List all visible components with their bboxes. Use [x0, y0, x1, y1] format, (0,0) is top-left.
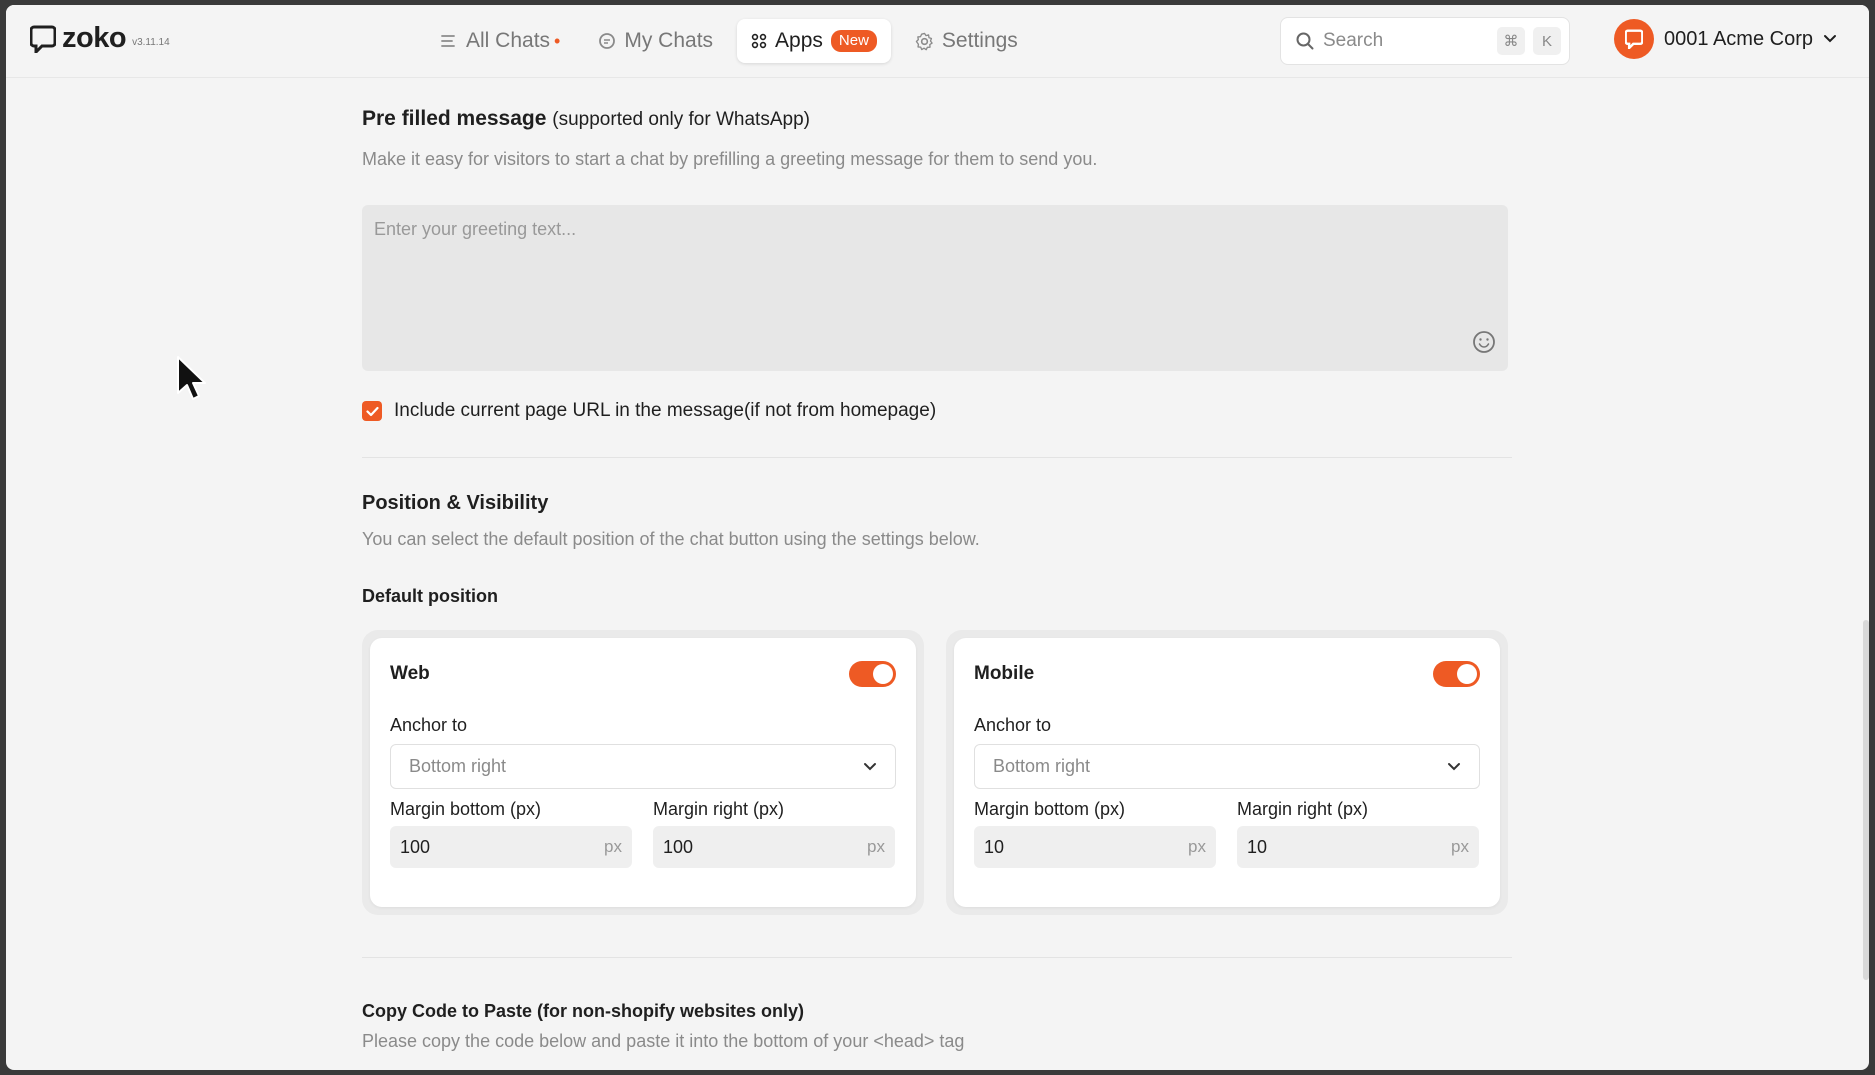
mobile-card-title: Mobile — [974, 663, 1035, 684]
web-card-body: Web Anchor to Bottom right Margin bottom… — [370, 638, 916, 907]
web-margin-bottom-value: 100 — [400, 836, 431, 857]
unread-dot: • — [554, 30, 561, 51]
apps-grid-icon — [751, 33, 767, 49]
prefill-title-text: Pre filled message — [362, 107, 547, 130]
version-label: v3.11.14 — [132, 37, 170, 48]
search-icon — [1296, 32, 1314, 50]
nav-settings[interactable]: Settings — [901, 19, 1032, 63]
smiley-icon — [1473, 331, 1495, 353]
mobile-margin-bottom-value: 10 — [984, 836, 1005, 857]
chat-icon — [599, 33, 616, 49]
mobile-position-card: Mobile Anchor to Bottom right Margin bot… — [946, 630, 1508, 915]
position-description: You can select the default position of t… — [362, 529, 980, 549]
mobile-anchor-value: Bottom right — [993, 756, 1091, 776]
web-anchor-value: Bottom right — [409, 756, 507, 776]
cmd-key: ⌘ — [1497, 27, 1525, 55]
code-title: Copy Code to Paste (for non-shopify webs… — [362, 1001, 805, 1021]
include-url-option[interactable]: Include current page URL in the message(… — [362, 400, 936, 422]
web-margin-bottom-input[interactable]: 100 px — [390, 826, 632, 868]
chevron-down-icon — [1448, 762, 1460, 770]
chevron-down-icon — [1823, 35, 1836, 43]
new-badge: New — [830, 30, 877, 52]
web-anchor-select[interactable]: Bottom right — [390, 744, 896, 789]
section-divider — [362, 957, 1512, 958]
main-nav: All Chats • My Chats Apps New Settings — [426, 19, 1042, 63]
nav-all-chats-label: All Chats — [466, 29, 551, 52]
mobile-margin-bottom-label: Margin bottom (px) — [974, 799, 1126, 819]
web-anchor-label: Anchor to — [390, 715, 468, 735]
account-switcher[interactable]: 0001 Acme Corp — [1614, 19, 1837, 59]
logo-text: zoko — [62, 22, 127, 54]
scrollbar[interactable] — [1863, 620, 1869, 980]
checkmark-icon — [365, 406, 379, 416]
web-margin-right-label: Margin right (px) — [653, 799, 785, 819]
mobile-anchor-label: Anchor to — [974, 715, 1052, 735]
nav-my-chats-label: My Chats — [624, 29, 714, 52]
unit-label: px — [1188, 837, 1206, 856]
org-logo-icon — [1625, 29, 1643, 49]
nav-apps-label: Apps — [775, 29, 823, 52]
mouse-cursor-icon — [177, 356, 206, 400]
app-window: zoko v3.11.14 All Chats • My Chats Apps … — [6, 5, 1869, 1070]
search-box[interactable]: Search ⌘ K — [1280, 17, 1570, 65]
nav-apps[interactable]: Apps New — [737, 19, 891, 63]
mobile-card-body: Mobile Anchor to Bottom right Margin bot… — [954, 638, 1500, 907]
include-url-checkbox[interactable] — [362, 401, 382, 421]
logo[interactable]: zoko v3.11.14 — [30, 23, 170, 53]
mobile-margin-right-value: 10 — [1247, 836, 1268, 857]
k-key: K — [1533, 27, 1561, 55]
greeting-textarea[interactable] — [362, 205, 1508, 371]
mobile-enabled-toggle[interactable] — [1433, 661, 1480, 687]
web-margin-right-value: 100 — [663, 836, 694, 857]
unit-label: px — [1451, 837, 1469, 856]
web-card-title: Web — [390, 663, 430, 684]
nav-my-chats[interactable]: My Chats — [584, 19, 727, 63]
web-position-card: Web Anchor to Bottom right Margin bottom… — [362, 630, 924, 915]
mobile-margin-right-label: Margin right (px) — [1237, 799, 1369, 819]
search-placeholder: Search — [1323, 30, 1384, 51]
emoji-picker-button[interactable] — [1471, 329, 1497, 360]
list-icon — [441, 35, 455, 47]
web-margin-bottom-label: Margin bottom (px) — [390, 799, 542, 819]
nav-settings-label: Settings — [941, 29, 1018, 52]
avatar — [1614, 19, 1654, 59]
nav-all-chats[interactable]: All Chats • — [426, 19, 574, 63]
code-description: Please copy the code below and paste it … — [362, 1031, 965, 1051]
chevron-down-icon — [864, 762, 876, 770]
gear-icon — [915, 32, 933, 50]
mobile-anchor-select[interactable]: Bottom right — [974, 744, 1480, 789]
unit-label: px — [867, 837, 885, 856]
default-position-label: Default position — [362, 586, 498, 606]
mobile-margin-bottom-input[interactable]: 10 px — [974, 826, 1216, 868]
unit-label: px — [604, 837, 622, 856]
prefill-title: Pre filled message (supported only for W… — [362, 107, 810, 131]
section-divider — [362, 457, 1512, 458]
prefill-title-note: (supported only for WhatsApp) — [552, 109, 810, 130]
zoko-logo-icon — [30, 25, 56, 53]
position-title: Position & Visibility — [362, 492, 549, 514]
account-name: 0001 Acme Corp — [1664, 27, 1813, 50]
prefill-description: Make it easy for visitors to start a cha… — [362, 149, 1098, 169]
web-margin-right-input[interactable]: 100 px — [653, 826, 895, 868]
web-enabled-toggle[interactable] — [849, 661, 896, 687]
include-url-label: Include current page URL in the message(… — [394, 400, 937, 421]
mobile-margin-right-input[interactable]: 10 px — [1237, 826, 1479, 868]
top-bar: zoko v3.11.14 All Chats • My Chats Apps … — [6, 5, 1869, 78]
